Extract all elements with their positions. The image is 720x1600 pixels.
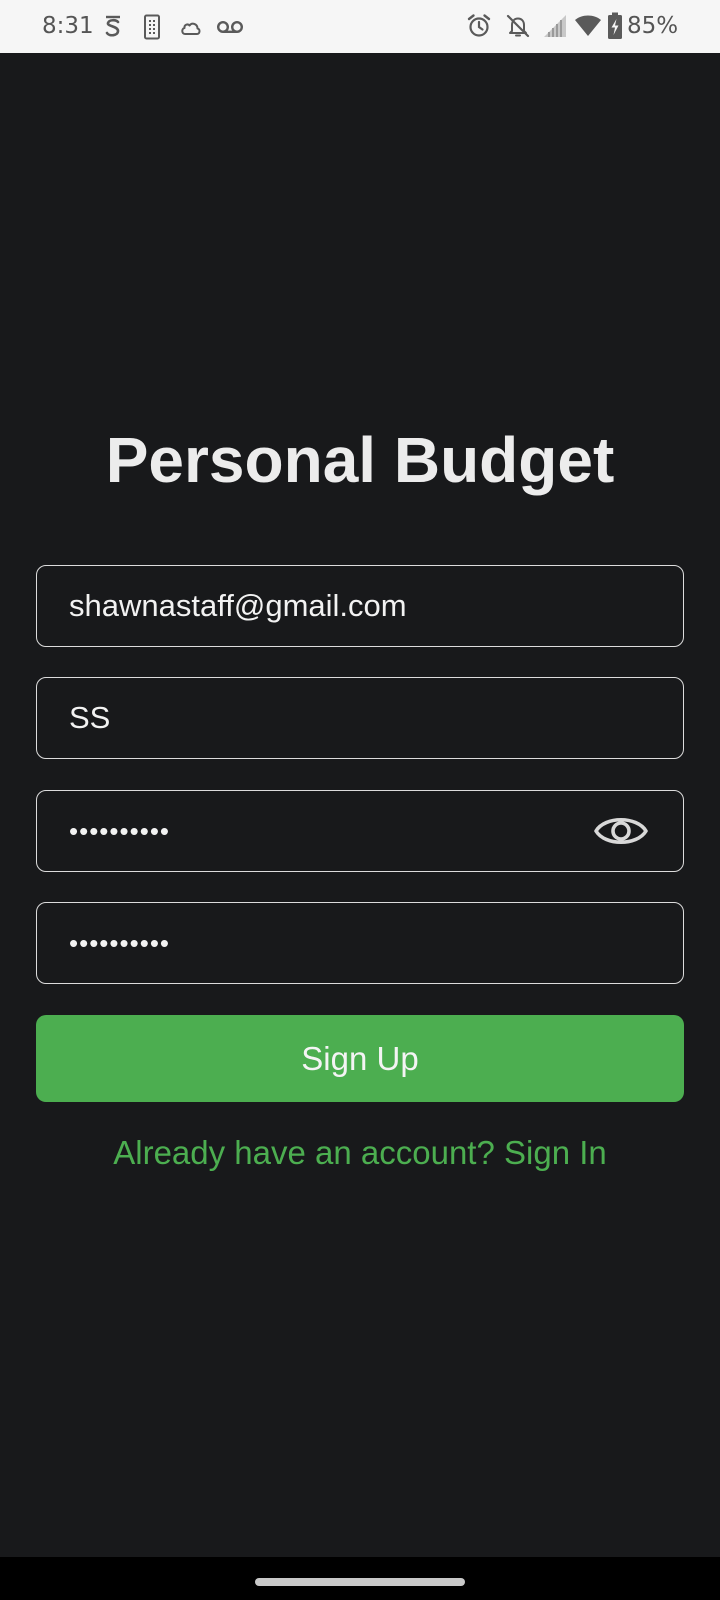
name-field[interactable]: SS — [36, 677, 684, 759]
app-title: Personal Budget — [105, 424, 615, 496]
s-notification-icon — [105, 15, 120, 37]
battery-percentage: 85% — [627, 13, 679, 39]
password-field-value: •••••••••• — [69, 816, 171, 846]
status-time: 8:31 — [42, 13, 94, 39]
sim-card-icon — [144, 14, 160, 40]
password-field[interactable]: •••••••••• — [36, 790, 684, 872]
email-field-value: shawnastaff@gmail.com — [69, 588, 407, 623]
sign-up-button[interactable]: Sign Up — [36, 1015, 684, 1102]
confirm-password-field[interactable]: •••••••••• — [36, 902, 684, 984]
voicemail-icon — [216, 20, 244, 34]
name-field-value: SS — [69, 700, 111, 735]
email-field[interactable]: shawnastaff@gmail.com — [36, 565, 684, 647]
sign-in-link[interactable]: Already have an account? Sign In — [0, 1130, 720, 1176]
cloud-icon — [181, 22, 201, 35]
confirm-password-field-value: •••••••••• — [69, 928, 171, 958]
alarm-icon — [467, 14, 491, 37]
eye-icon[interactable] — [593, 809, 649, 853]
battery-charging-icon — [608, 12, 622, 39]
wifi-icon — [575, 15, 601, 36]
home-handle[interactable] — [255, 1578, 465, 1586]
navigation-bar — [0, 1557, 720, 1600]
status-bar: 8:31 85% — [0, 0, 720, 53]
notifications-off-icon — [506, 14, 530, 38]
signal-icon — [544, 15, 566, 37]
